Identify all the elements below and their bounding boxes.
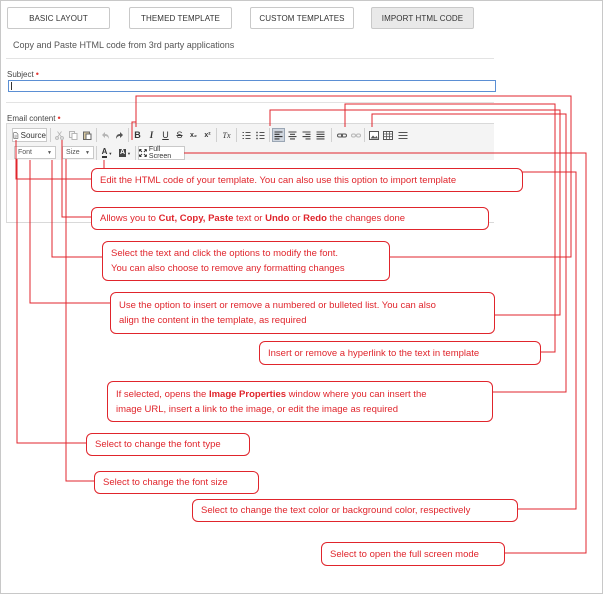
callout-image: If selected, opens the Image Properties …	[107, 381, 493, 422]
callout-list-align: Use the option to insert or remove a num…	[110, 292, 495, 334]
callout-font-type: Select to change the font type	[86, 433, 250, 456]
callout-color: Select to change the text color or backg…	[192, 499, 518, 522]
callout-font-size: Select to change the font size	[94, 471, 259, 494]
callout-source: Edit the HTML code of your template. You…	[91, 168, 523, 192]
callout-link: Insert or remove a hyperlink to the text…	[259, 341, 541, 365]
callout-clipboard: Allows you to Cut, Copy, Paste text or U…	[91, 207, 489, 230]
callout-font-formatting: Select the text and click the options to…	[102, 241, 390, 281]
callout-fullscreen: Select to open the full screen mode	[321, 542, 505, 566]
